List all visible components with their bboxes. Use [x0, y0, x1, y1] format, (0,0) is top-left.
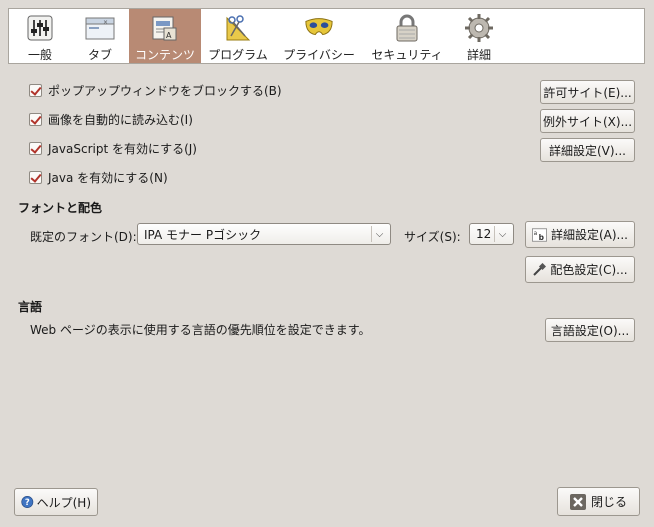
- svg-text:?: ?: [25, 497, 30, 507]
- chevron-down-icon: ⌵: [494, 226, 510, 242]
- tab-label: セキュリティ: [371, 48, 443, 62]
- load-images-label: 画像を自動的に読み込む(I): [48, 113, 193, 127]
- tab-label: 詳細: [466, 48, 491, 62]
- exceptions-button[interactable]: 例外サイト(X)...: [540, 109, 635, 133]
- preferences-toolbar: 一般 × タブ A コンテンツ プログラム プライバシー セキュリティ 詳細: [8, 8, 645, 64]
- tab-privacy[interactable]: プライバシー: [275, 9, 363, 63]
- close-icon: [569, 493, 586, 510]
- svg-text:a: a: [534, 231, 538, 237]
- load-images-checkbox[interactable]: [29, 113, 42, 126]
- java-label: Java を有効にする(N): [48, 171, 168, 185]
- svg-text:×: ×: [103, 19, 108, 26]
- languages-heading: 言語: [18, 300, 43, 314]
- mask-icon: [304, 13, 334, 43]
- tab-label: コンテンツ: [134, 48, 195, 62]
- block-popups-label: ポップアップウィンドウをブロックする(B): [48, 84, 282, 98]
- languages-description: Web ページの表示に使用する言語の優先順位を設定できます。: [30, 323, 371, 337]
- colors-button[interactable]: 配色設定(C)...: [525, 256, 635, 283]
- svg-text:b: b: [539, 232, 545, 241]
- eyedropper-icon: [533, 262, 547, 276]
- default-font-label: 既定のフォント(D):: [30, 230, 137, 244]
- allowed-sites-button[interactable]: 許可サイト(E)...: [540, 80, 635, 104]
- font-size-select[interactable]: 12 ⌵: [469, 223, 514, 245]
- fonts-heading: フォントと配色: [18, 201, 103, 215]
- chevron-down-icon: ⌵: [371, 226, 387, 242]
- java-checkbox[interactable]: [29, 171, 42, 184]
- tab-advanced[interactable]: 詳細: [451, 9, 507, 63]
- tab-tabs[interactable]: × タブ: [71, 9, 129, 63]
- close-button[interactable]: 閉じる: [557, 487, 640, 516]
- javascript-label: JavaScript を有効にする(J): [48, 142, 197, 156]
- scissors-ruler-icon: [223, 13, 253, 43]
- font-advanced-label: 詳細設定(A)...: [550, 228, 628, 242]
- help-button[interactable]: ? ヘルプ(H): [14, 488, 98, 516]
- size-label: サイズ(S):: [404, 230, 461, 244]
- tab-programs[interactable]: プログラム: [201, 9, 275, 63]
- block-popups-checkbox[interactable]: [29, 84, 42, 97]
- padlock-icon: [392, 13, 422, 43]
- default-font-value: IPA モナー Pゴシック: [144, 227, 262, 242]
- languages-button[interactable]: 言語設定(O)...: [545, 318, 635, 342]
- window-tab-icon: ×: [85, 13, 115, 43]
- javascript-option[interactable]: JavaScript を有効にする(J): [29, 140, 197, 157]
- font-size-value: 12: [476, 227, 492, 241]
- tab-general[interactable]: 一般: [9, 9, 71, 63]
- colors-label: 配色設定(C)...: [550, 263, 628, 277]
- font-advanced-button[interactable]: a b 詳細設定(A)...: [525, 221, 635, 248]
- javascript-checkbox[interactable]: [29, 142, 42, 155]
- sliders-icon: [25, 13, 55, 43]
- load-images-option[interactable]: 画像を自動的に読み込む(I): [29, 111, 193, 128]
- tab-label: プログラム: [208, 48, 268, 62]
- close-label: 閉じる: [590, 495, 627, 509]
- tab-label: プライバシー: [283, 48, 355, 62]
- font-icon: a b: [532, 227, 547, 241]
- help-icon: ?: [21, 496, 34, 508]
- java-option[interactable]: Java を有効にする(N): [29, 169, 168, 186]
- gear-icon: [464, 13, 494, 43]
- tab-label: タブ: [87, 48, 112, 62]
- tab-content[interactable]: A コンテンツ: [129, 9, 201, 63]
- default-font-select[interactable]: IPA モナー Pゴシック ⌵: [137, 223, 391, 245]
- tab-label: 一般: [27, 48, 52, 62]
- help-label: ヘルプ(H): [36, 495, 91, 510]
- tab-security[interactable]: セキュリティ: [363, 9, 451, 63]
- content-page-icon: A: [150, 13, 180, 43]
- svg-text:A: A: [166, 31, 172, 40]
- block-popups-option[interactable]: ポップアップウィンドウをブロックする(B): [29, 82, 282, 99]
- javascript-advanced-button[interactable]: 詳細設定(V)...: [540, 138, 635, 162]
